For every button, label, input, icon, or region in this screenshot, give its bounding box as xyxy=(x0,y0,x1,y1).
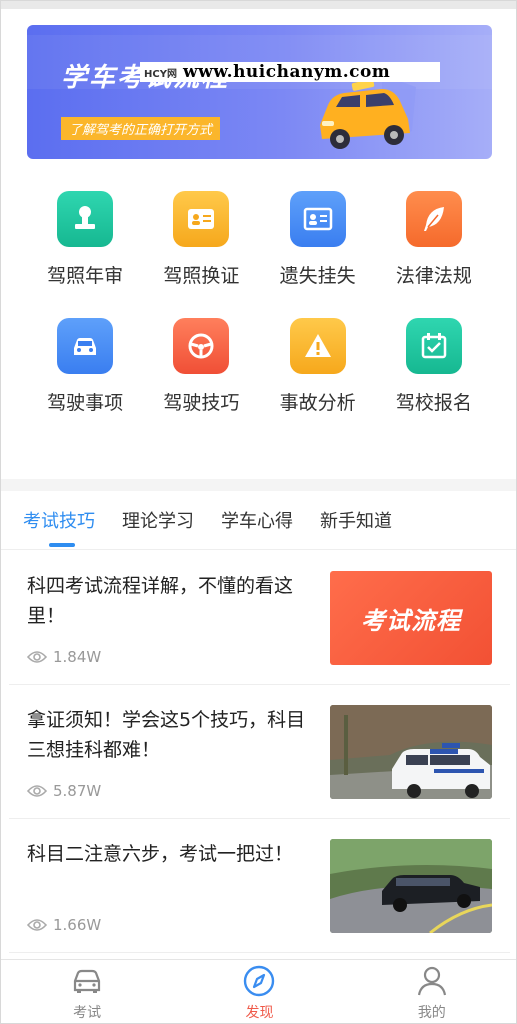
grid-item-driving-skills[interactable]: 驾驶技巧 xyxy=(143,318,259,415)
id-card-icon xyxy=(173,191,230,247)
grid-item-license-renewal[interactable]: 驾照换证 xyxy=(143,191,259,288)
eye-icon xyxy=(27,785,47,797)
grid-item-driving-notes[interactable]: 驾驶事项 xyxy=(27,318,143,415)
nav-label: 发现 xyxy=(245,1004,274,1021)
article-thumbnail xyxy=(330,839,492,933)
watermark-logo: HCY网 xyxy=(144,68,177,80)
article-views: 5.87W xyxy=(27,782,101,800)
warning-icon xyxy=(289,318,346,374)
nav-item-profile[interactable]: 我的 xyxy=(346,960,516,1023)
grid-item-accident-analysis[interactable]: 事故分析 xyxy=(260,318,376,415)
nav-label: 我的 xyxy=(417,1004,446,1021)
nav-item-discover[interactable]: 发现 xyxy=(173,960,345,1023)
grid-item-school-signup[interactable]: 驾校报名 xyxy=(376,318,492,415)
grid-label: 法律法规 xyxy=(395,265,472,287)
compass-icon xyxy=(244,965,275,996)
article-thumbnail: 考试流程 xyxy=(330,571,492,665)
feather-icon xyxy=(405,191,462,247)
list-item[interactable]: 科四考试流程详解，不懂的看这里！ 1.84W 考试流程 xyxy=(9,551,510,685)
grid-item-license-review[interactable]: 驾照年审 xyxy=(27,191,143,288)
tabs-divider xyxy=(1,549,516,550)
article-title: 拿证须知！学会这5个技巧，科目三想挂科都难！ xyxy=(27,709,306,761)
banner-subtitle: 了解驾考的正确打开方式 xyxy=(61,117,221,140)
tab-theory[interactable]: 理论学习 xyxy=(122,507,194,547)
calendar-check-icon xyxy=(405,318,462,374)
grid-label: 遗失挂失 xyxy=(279,265,356,287)
grid-label: 驾照换证 xyxy=(163,265,240,287)
section-divider xyxy=(1,479,516,491)
car-front-icon xyxy=(74,969,101,993)
article-title: 科目二注意六步，考试一把过！ xyxy=(27,843,294,865)
top-strip xyxy=(1,1,516,9)
article-views: 1.84W xyxy=(27,648,101,666)
tab-exam-tips[interactable]: 考试技巧 xyxy=(23,507,95,547)
grid-item-laws[interactable]: 法律法规 xyxy=(376,191,492,288)
article-title: 科四考试流程详解，不懂的看这里！ xyxy=(27,575,294,627)
thumbnail-text: 考试流程 xyxy=(361,606,461,635)
feature-grid: 驾照年审 驾照换证 遗失挂失 法律法规 驾驶事项 驾驶技巧 事故分析 驾校报名 xyxy=(27,191,492,415)
taxi-illustration xyxy=(320,75,416,149)
view-count: 5.87W xyxy=(53,782,102,800)
app-screen: 学车考试流程 了解驾考的正确打开方式 HCY网 www.huichanym.co… xyxy=(0,0,517,1024)
list-item[interactable]: 拿证须知！学会这5个技巧，科目三想挂科都难！ 5.87W xyxy=(9,685,510,819)
eye-icon xyxy=(27,651,47,663)
stamp-icon xyxy=(57,191,114,247)
user-icon xyxy=(417,966,446,995)
list-item[interactable]: 科目二注意六步，考试一把过！ 1.66W xyxy=(9,819,510,953)
article-thumbnail xyxy=(330,705,492,799)
grid-label: 驾驶技巧 xyxy=(163,392,240,414)
eye-icon xyxy=(27,919,47,931)
bottom-nav: 考试 发现 我的 xyxy=(1,959,516,1023)
grid-label: 事故分析 xyxy=(279,392,356,414)
profile-card-icon xyxy=(289,191,346,247)
tab-experience[interactable]: 学车心得 xyxy=(221,507,293,547)
tab-beginner[interactable]: 新手知道 xyxy=(320,507,392,547)
nav-label: 考试 xyxy=(73,1004,102,1021)
view-count: 1.66W xyxy=(53,916,102,934)
grid-label: 驾照年审 xyxy=(47,265,124,287)
promo-banner[interactable]: 学车考试流程 了解驾考的正确打开方式 HCY网 www.huichanym.co… xyxy=(27,25,492,159)
nav-item-exam[interactable]: 考试 xyxy=(1,960,173,1023)
watermark: HCY网 www.huichanym.com xyxy=(140,62,440,82)
article-tabs: 考试技巧 理论学习 学车心得 新手知道 xyxy=(23,507,392,547)
article-views: 1.66W xyxy=(27,916,101,934)
grid-item-report-loss[interactable]: 遗失挂失 xyxy=(260,191,376,288)
grid-label: 驾校报名 xyxy=(395,392,472,414)
view-count: 1.84W xyxy=(53,648,102,666)
watermark-url: www.huichanym.com xyxy=(182,62,391,82)
grid-label: 驾驶事项 xyxy=(47,392,124,414)
steering-wheel-icon xyxy=(173,318,230,374)
car-icon xyxy=(57,318,114,374)
